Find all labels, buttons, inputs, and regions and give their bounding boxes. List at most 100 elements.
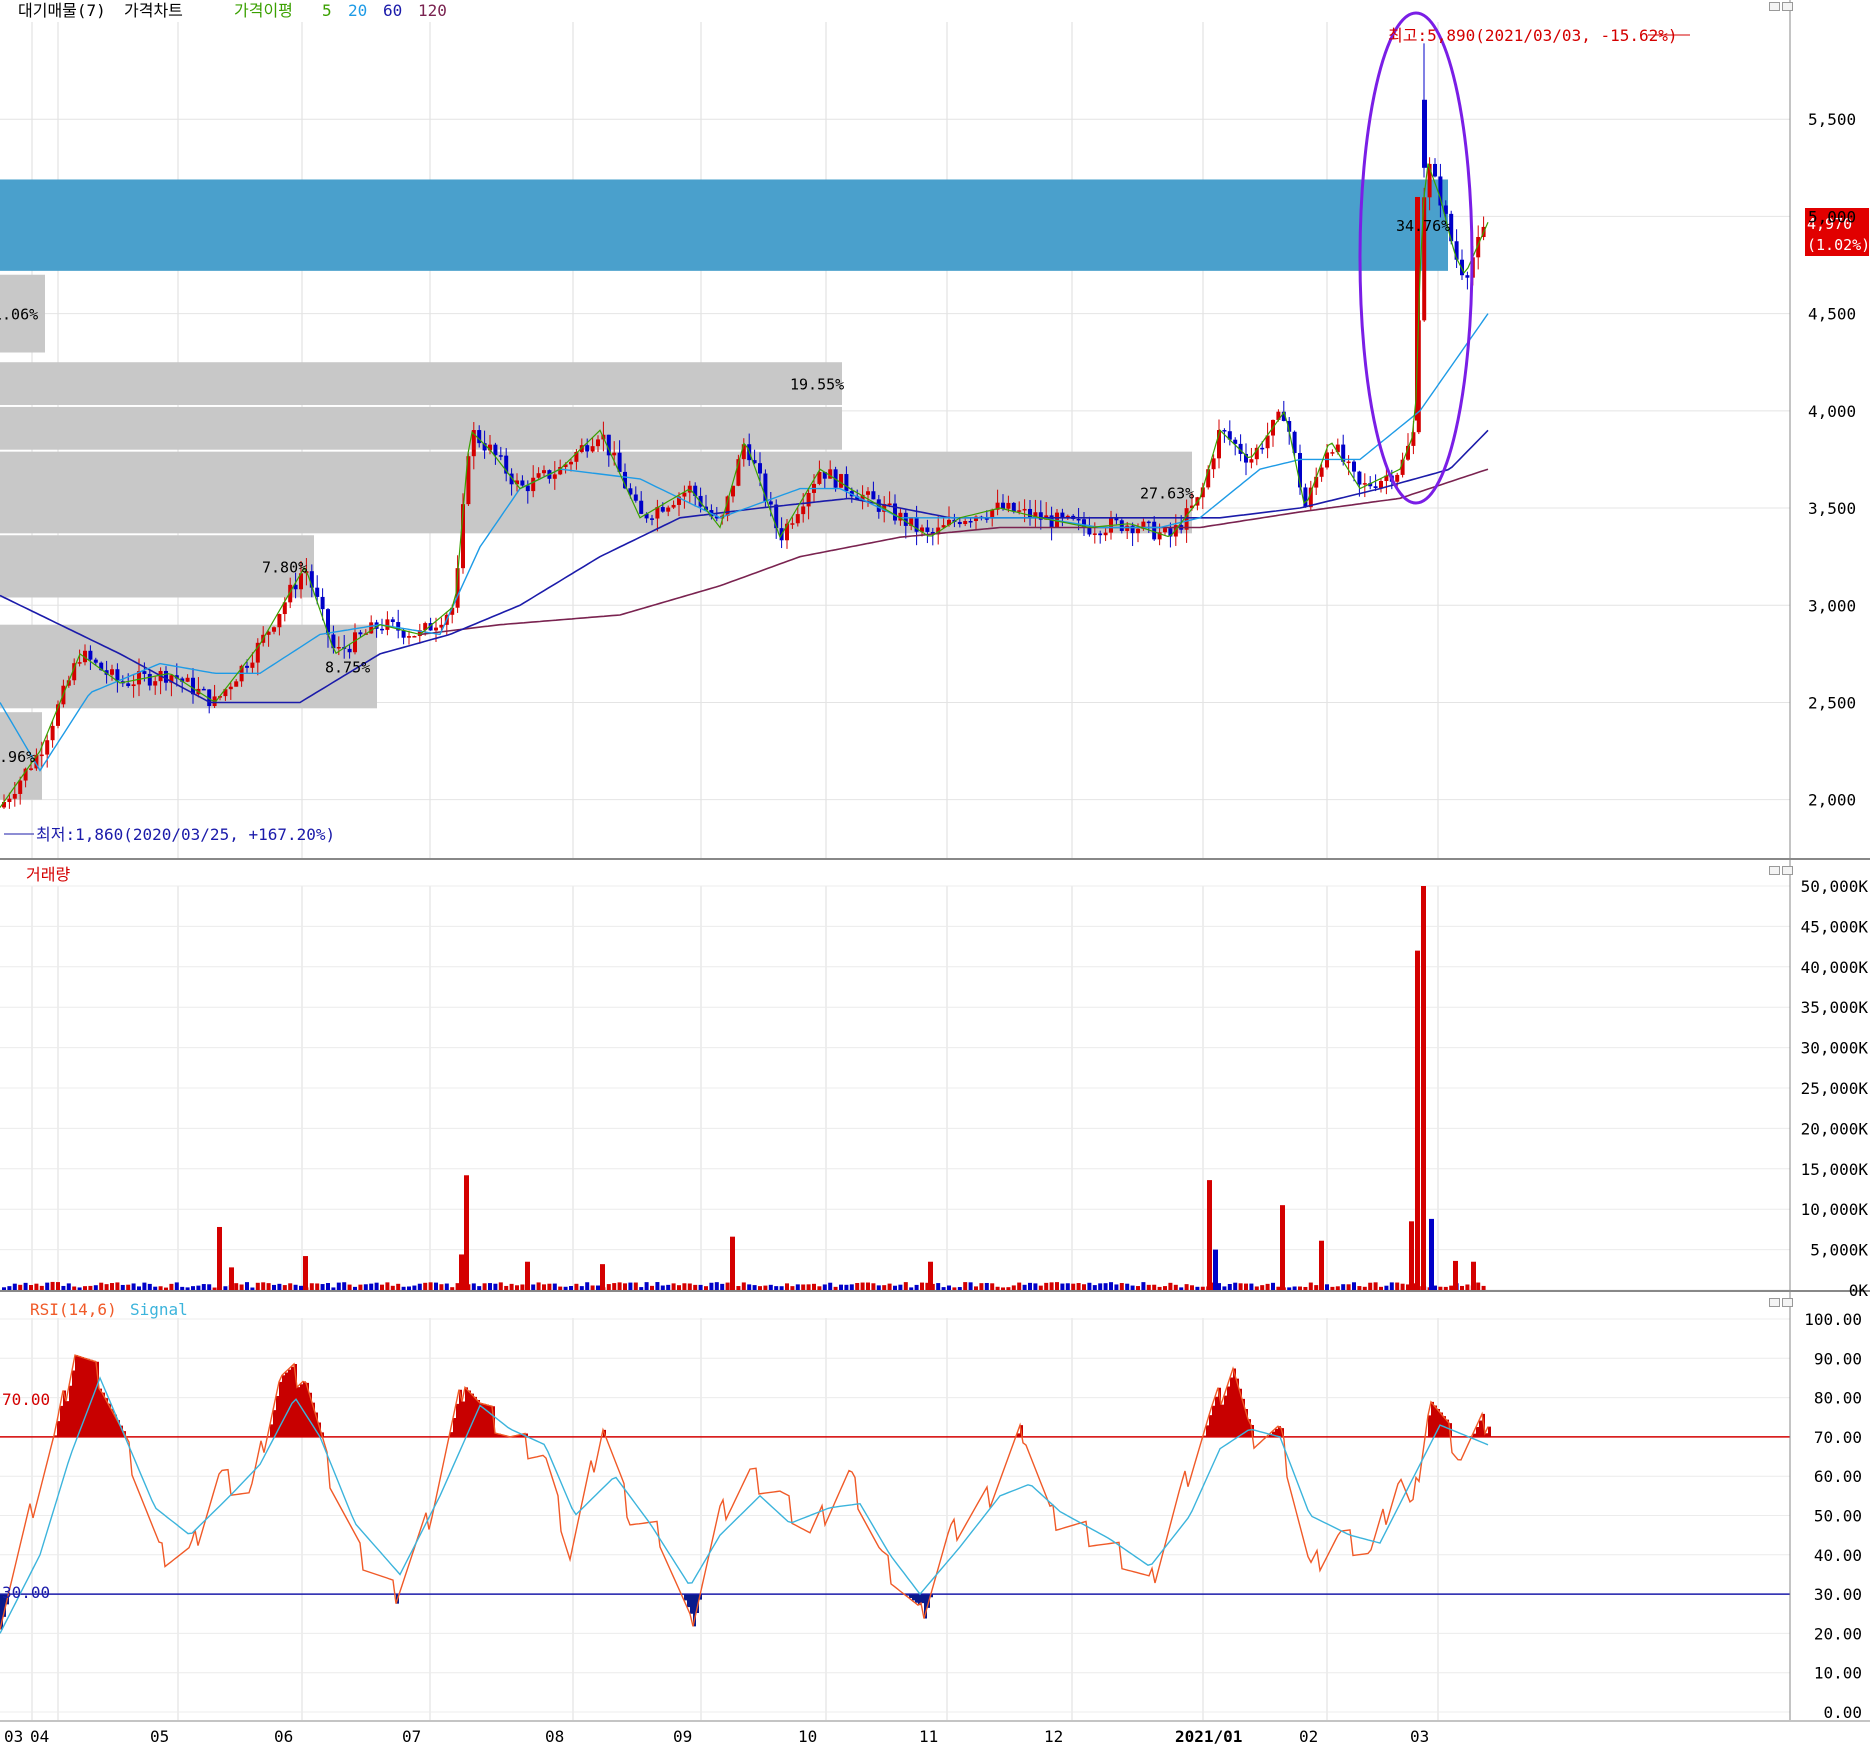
volume-bar-0: [2, 1287, 6, 1290]
minimize-icon[interactable]: [1769, 2, 1780, 11]
volume-bar-235: [1271, 1282, 1275, 1290]
volume-bar-173: [936, 1283, 941, 1290]
volume-bar-70: [380, 1284, 384, 1290]
volume-bar-51: [277, 1283, 282, 1290]
volume-bar-203: [1098, 1283, 1103, 1290]
x-tick-0: 03: [4, 1727, 23, 1746]
volume-bar-49: [266, 1283, 271, 1290]
volume-bar-11: [61, 1285, 66, 1290]
volume-bar-190: [1028, 1282, 1032, 1290]
supply-zone-3: [0, 451, 1192, 534]
volume-bar-101: [547, 1283, 552, 1290]
volume-bar-57: [309, 1283, 314, 1290]
x-tick-1: 04: [30, 1727, 49, 1746]
volume-bar-83: [450, 1287, 455, 1290]
volume-bar-116: [628, 1282, 633, 1290]
rsi-tick-2: 80.00: [1814, 1389, 1862, 1408]
high-annotation: 최고:5,890(2021/03/03, -15.62%): [1388, 26, 1678, 45]
volume-close-icon[interactable]: [1782, 866, 1793, 875]
volume-spike-11: [1280, 1205, 1285, 1290]
volume-bar-10: [56, 1282, 60, 1290]
volume-bar-200: [1082, 1284, 1086, 1290]
candle-body-110: [596, 439, 600, 447]
rsi-level-lower: 30.00: [2, 1583, 50, 1602]
volume-spike-15: [1421, 886, 1426, 1290]
candle-body-215: [1163, 528, 1167, 533]
volume-bar-41: [223, 1286, 228, 1290]
volume-bar-113: [612, 1283, 617, 1290]
price-tick-4: 3,500: [1808, 499, 1856, 518]
volume-bar-243: [1314, 1285, 1319, 1290]
volume-bar-131: [709, 1282, 714, 1290]
volume-bar-160: [866, 1282, 870, 1290]
volume-bar-185: [1001, 1287, 1005, 1290]
candle-body-5: [29, 768, 33, 770]
price-tick-0: 5,500: [1808, 110, 1856, 129]
volume-tick-6: 20,000K: [1801, 1119, 1869, 1138]
candle-body-164: [887, 503, 892, 506]
volume-bar-227: [1227, 1283, 1232, 1290]
candle-body-28: [153, 681, 158, 686]
volume-bar-254: [1373, 1282, 1378, 1290]
volume-bar-193: [1044, 1282, 1049, 1290]
volume-bar-24: [131, 1283, 136, 1290]
candle-body-7: [39, 754, 44, 757]
candle-body-120: [650, 518, 654, 520]
candle-body-108: [585, 445, 590, 452]
volume-bar-228: [1233, 1282, 1238, 1290]
volume-bar-43: [234, 1283, 239, 1290]
candle-body-208: [1125, 525, 1130, 531]
rsi-close-icon[interactable]: [1782, 1298, 1793, 1307]
candle-body-24: [131, 684, 136, 687]
rsi-minimize-icon[interactable]: [1769, 1298, 1780, 1307]
candle-body-186: [1006, 502, 1011, 509]
x-tick-11: 02: [1299, 1727, 1318, 1746]
volume-bar-226: [1222, 1286, 1227, 1290]
volume-bar-240: [1298, 1286, 1302, 1290]
volume-bar-197: [1065, 1283, 1070, 1290]
volume-bar-218: [1179, 1287, 1184, 1290]
volume-bar-210: [1136, 1286, 1140, 1290]
volume-bar-62: [336, 1282, 341, 1290]
volume-spike-4: [464, 1175, 469, 1290]
volume-bar-214: [1157, 1286, 1162, 1290]
volume-bar-156: [844, 1284, 849, 1290]
volume-spike-12: [1319, 1240, 1324, 1290]
volume-spike-14: [1415, 950, 1420, 1290]
volume-bar-1: [7, 1286, 12, 1290]
volume-bar-12: [66, 1283, 71, 1290]
candle-body-266: [1438, 176, 1443, 206]
volume-bar-125: [677, 1285, 681, 1290]
volume-bar-134: [725, 1282, 730, 1290]
volume-minimize-icon[interactable]: [1769, 866, 1780, 875]
candle-body-91: [493, 444, 498, 456]
volume-bar-182: [984, 1282, 989, 1290]
volume-bar-117: [633, 1282, 638, 1290]
volume-tick-2: 40,000K: [1801, 958, 1869, 977]
legend-marker-label: 대기매물(7): [18, 1, 106, 20]
volume-bar-209: [1130, 1285, 1135, 1290]
volume-bar-112: [606, 1284, 611, 1290]
candle-body-50: [272, 627, 276, 632]
volume-bar-21: [115, 1282, 120, 1290]
candle-body-74: [401, 630, 406, 638]
x-tick-5: 08: [545, 1727, 564, 1746]
rsi-tick-7: 30.00: [1814, 1585, 1862, 1604]
volume-bar-69: [374, 1282, 379, 1290]
x-tick-12: 03: [1410, 1727, 1429, 1746]
volume-bar-201: [1087, 1282, 1092, 1290]
volume-bar-19: [104, 1284, 109, 1290]
candle-body-199: [1076, 518, 1081, 521]
candle-body-43: [234, 681, 239, 687]
volume-bar-215: [1163, 1286, 1167, 1290]
volume-bar-16: [88, 1285, 93, 1290]
volume-bar-274: [1481, 1285, 1486, 1290]
volume-bar-30: [164, 1287, 168, 1290]
volume-bar-139: [752, 1285, 757, 1290]
volume-bar-46: [250, 1287, 255, 1290]
volume-bar-188: [1017, 1282, 1022, 1290]
close-icon[interactable]: [1782, 2, 1793, 11]
volume-bar-61: [331, 1287, 336, 1290]
volume-bar-68: [369, 1283, 374, 1290]
volume-bar-163: [882, 1285, 887, 1290]
